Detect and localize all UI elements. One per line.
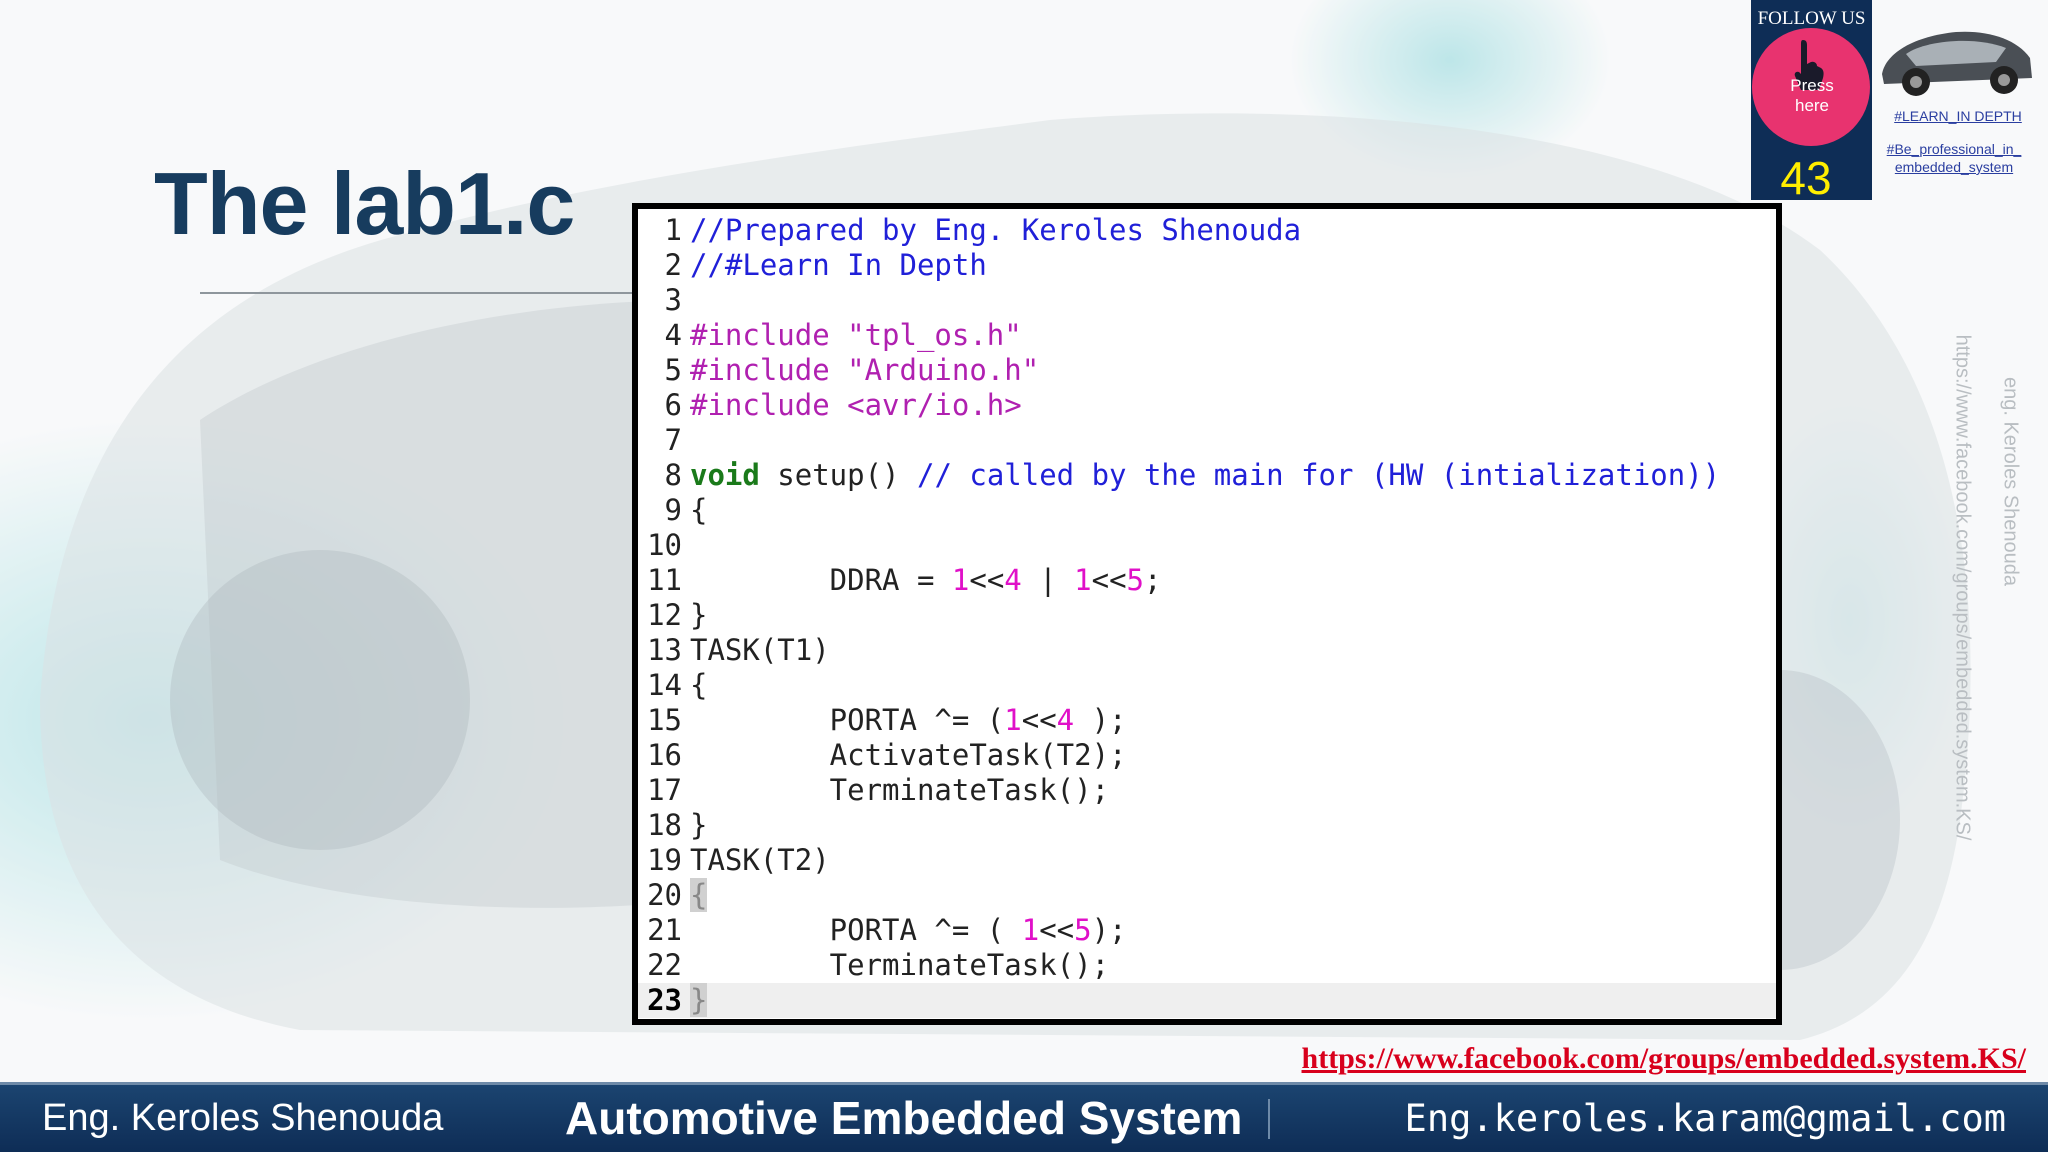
code-text: { [690, 668, 708, 702]
line-number: 4 [664, 318, 682, 352]
line-number: 11 [647, 563, 682, 597]
line-number: 16 [647, 738, 682, 772]
slide-number: 43 [1780, 152, 1832, 204]
press-here-label: Press here [1765, 76, 1859, 116]
line-number: 9 [664, 493, 682, 527]
code-text: } [690, 808, 708, 842]
code-text: TerminateTask(); [690, 948, 1110, 982]
be-professional-line1: #Be_professional_in_ [1886, 141, 2022, 157]
line-number: 12 [647, 598, 682, 632]
code-line[interactable]: 10 [638, 528, 1776, 563]
code-line[interactable]: 8 void setup() // called by the main for … [638, 458, 1776, 493]
code-line[interactable]: 14{ [638, 668, 1776, 703]
code-line[interactable]: 18} [638, 808, 1776, 843]
code-line[interactable]: 2//#Learn In Depth [638, 248, 1776, 283]
code-line[interactable]: 23} [638, 983, 1776, 1018]
code-line[interactable]: 20{ [638, 878, 1776, 913]
footer-divider [1268, 1099, 1270, 1139]
code-line[interactable]: 12} [638, 598, 1776, 633]
code-text: void setup() // called by the main for (… [690, 458, 1721, 492]
line-number: 15 [647, 703, 682, 737]
code-line[interactable]: 21 PORTA ^= ( 1<<5); [638, 913, 1776, 948]
line-number: 1 [664, 213, 682, 247]
line-number: 14 [647, 668, 682, 702]
learn-in-depth-tag[interactable]: #LEARN_IN DEPTH [1878, 108, 2038, 124]
code-text: #include <avr/io.h> [690, 388, 1022, 422]
code-line[interactable]: 7 [638, 423, 1776, 458]
line-number: 18 [647, 808, 682, 842]
watermark-name: eng. Keroles Shenouda [1999, 376, 2022, 587]
line-number: 21 [647, 913, 682, 947]
footer-course-title: Automotive Embedded System [565, 1092, 1243, 1144]
line-number: 22 [647, 948, 682, 982]
line-number: 19 [647, 843, 682, 877]
facebook-group-link[interactable]: https://www.facebook.com/groups/embedded… [1302, 1042, 2026, 1076]
code-line[interactable]: 9{ [638, 493, 1776, 528]
line-number: 7 [664, 423, 682, 457]
code-line[interactable]: 1//Prepared by Eng. Keroles Shenouda [638, 213, 1776, 248]
press-label-line2: here [1794, 96, 1830, 115]
page-title: The lab1.c [154, 154, 575, 253]
line-number: 23 [647, 983, 682, 1017]
code-text: } [690, 983, 708, 1017]
code-editor[interactable]: 1//Prepared by Eng. Keroles Shenouda 2//#… [632, 203, 1782, 1025]
code-text: DDRA = 1<<4 | 1<<5; [690, 563, 1162, 597]
code-line[interactable]: 19 TASK(T2) [638, 843, 1776, 878]
code-line[interactable]: 3 [638, 283, 1776, 318]
code-text: #include "Arduino.h" [690, 353, 1040, 387]
code-line[interactable]: 13 TASK(T1) [638, 633, 1776, 668]
line-number: 13 [647, 633, 682, 667]
code-line[interactable]: 22 TerminateTask(); [638, 948, 1776, 983]
line-number: 3 [664, 283, 682, 317]
code-text: ActivateTask(T2); [690, 738, 1127, 772]
footer-bar: Eng. Keroles Shenouda Automotive Embedde… [0, 1082, 2048, 1152]
code-text: //#Learn In Depth [690, 248, 987, 282]
line-number: 10 [647, 528, 682, 562]
code-text: PORTA ^= (1<<4 ); [690, 703, 1127, 737]
line-number: 17 [647, 773, 682, 807]
be-professional-line2: embedded_system [1894, 159, 2014, 175]
code-text: TerminateTask(); [690, 773, 1110, 807]
code-line[interactable]: 5 #include "Arduino.h" [638, 353, 1776, 388]
watermark-url: https://www.facebook.com/groups/embedded… [1951, 334, 1974, 841]
title-divider [200, 292, 640, 294]
line-number: 2 [664, 248, 682, 282]
footer-email: Eng.keroles.karam@gmail.com [1404, 1097, 2006, 1140]
code-line[interactable]: 4 #include "tpl_os.h" [638, 318, 1776, 353]
be-professional-tag[interactable]: #Be_professional_in_ embedded_system [1872, 140, 2036, 176]
code-line[interactable]: 11 DDRA = 1<<4 | 1<<5; [638, 563, 1776, 598]
code-text: PORTA ^= ( 1<<5); [690, 913, 1127, 947]
code-line[interactable]: 15 PORTA ^= (1<<4 ); [638, 703, 1776, 738]
press-label-line1: Press [1790, 76, 1834, 95]
line-number: 5 [664, 353, 682, 387]
follow-us-label: FOLLOW US [1757, 8, 1866, 29]
code-line[interactable]: 17 TerminateTask(); [638, 773, 1776, 808]
line-number: 6 [664, 388, 682, 422]
code-text: //Prepared by Eng. Keroles Shenouda [690, 213, 1302, 247]
code-text: TASK(T2) [690, 843, 830, 877]
line-number: 20 [647, 878, 682, 912]
code-line[interactable]: 16 ActivateTask(T2); [638, 738, 1776, 773]
code-text: { [690, 878, 708, 912]
code-text: { [690, 493, 708, 527]
footer-author: Eng. Keroles Shenouda [42, 1097, 444, 1139]
code-text: } [690, 598, 708, 632]
car-thumbnail-image [1882, 31, 2032, 96]
line-number: 8 [664, 458, 682, 492]
code-text: TASK(T1) [690, 633, 830, 667]
code-text: #include "tpl_os.h" [690, 318, 1022, 352]
code-line[interactable]: 6 #include <avr/io.h> [638, 388, 1776, 423]
